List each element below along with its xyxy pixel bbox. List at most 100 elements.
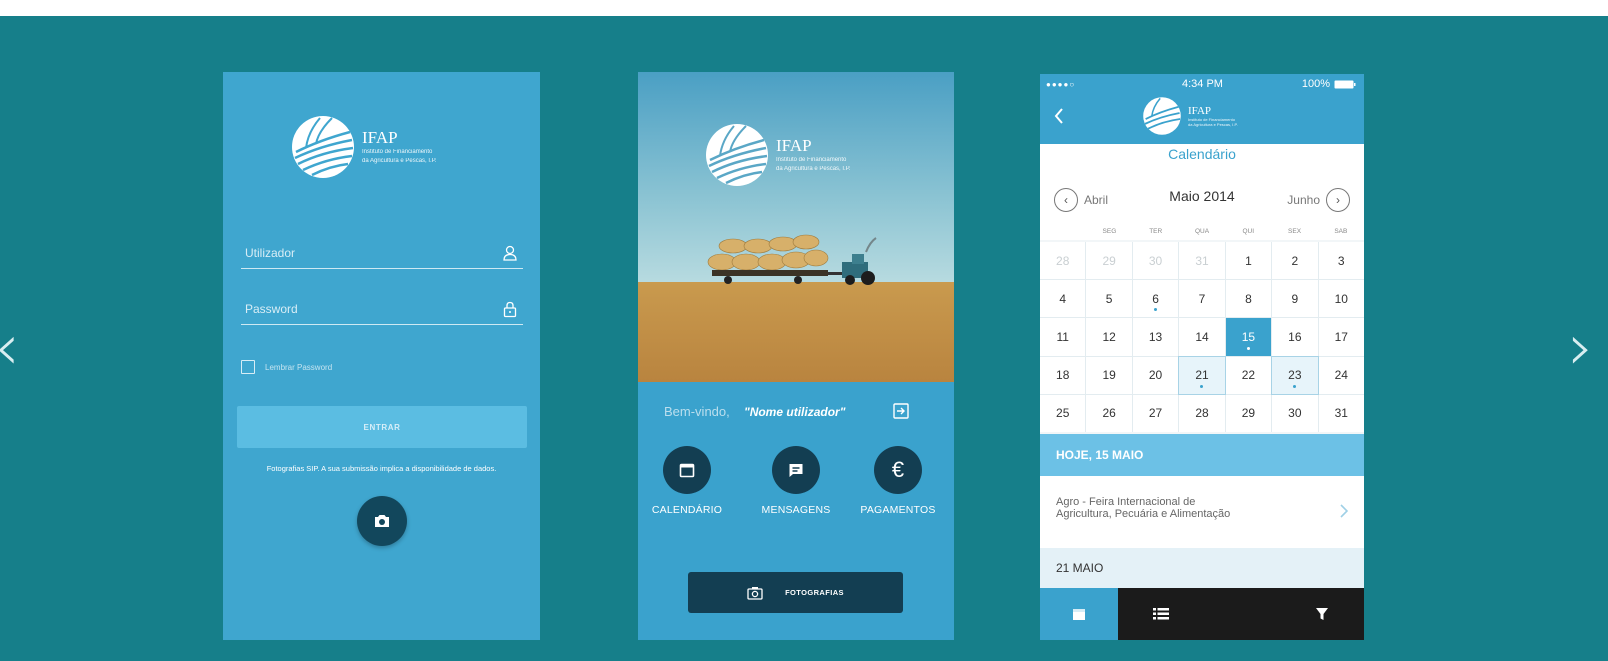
menu-calendar-label: CALENDÁRIO bbox=[651, 504, 723, 516]
event-title-line1: Agro - Feira Internacional de bbox=[1056, 496, 1196, 508]
calendar-day[interactable]: 21 bbox=[1178, 355, 1226, 395]
event-dot bbox=[1154, 308, 1158, 312]
menu-payments-button[interactable]: € PAGAMENTOS bbox=[853, 446, 943, 516]
remember-checkbox[interactable] bbox=[241, 360, 255, 374]
tab-list[interactable] bbox=[1118, 588, 1204, 640]
calendar-day[interactable]: 17 bbox=[1318, 318, 1364, 356]
chevron-right-icon: › bbox=[1326, 188, 1350, 212]
weekday-label: TER bbox=[1149, 228, 1163, 235]
remember-password[interactable]: Lembrar Password bbox=[241, 360, 332, 374]
bottom-tab-bar bbox=[1040, 588, 1364, 640]
ifap-logo-icon bbox=[292, 116, 354, 178]
menu-calendar-button[interactable]: CALENDÁRIO bbox=[642, 446, 732, 516]
carousel-prev-arrow[interactable]: ‹ bbox=[0, 316, 20, 380]
brand-subtitle-1: Instituto de Financiamento bbox=[362, 149, 433, 155]
calendar-day[interactable]: 5 bbox=[1086, 280, 1132, 318]
calendar-day[interactable]: 6 bbox=[1132, 280, 1179, 318]
logout-icon[interactable] bbox=[892, 402, 910, 420]
brand-subtitle-2: da Agricultura e Pescas, I.P. bbox=[776, 166, 851, 172]
calendar-day[interactable]: 24 bbox=[1318, 356, 1364, 394]
weekday-label: QUA bbox=[1194, 228, 1210, 235]
calendar-day[interactable]: 27 bbox=[1132, 394, 1179, 432]
menu-messages-button[interactable]: MENSAGENS bbox=[751, 446, 841, 516]
calendar-day[interactable]: 31 bbox=[1318, 394, 1364, 432]
calendar-day[interactable]: 23 bbox=[1271, 355, 1319, 395]
event-dot bbox=[1200, 384, 1204, 388]
user-name: "Nome utilizador" bbox=[744, 405, 846, 419]
calendar-day[interactable]: 18 bbox=[1040, 356, 1086, 394]
calendar-screen: ●●●●○ 4:34 PM 100% IFAP Instituto de Fin… bbox=[1040, 74, 1364, 640]
login-screen: IFAP Instituto de Financiamento da Agric… bbox=[223, 72, 540, 640]
weekday-header: SEG TER QUA QUI SEX SAB bbox=[1040, 228, 1364, 240]
filter-icon bbox=[1316, 608, 1328, 620]
event-list-item[interactable]: Agro - Feira Internacional de Agricultur… bbox=[1040, 476, 1364, 548]
photos-button[interactable]: FOTOGRAFIAS bbox=[688, 572, 903, 613]
ifap-logo-icon bbox=[706, 124, 768, 186]
hero-photo bbox=[638, 72, 954, 382]
calendar-title-bar: Calendário bbox=[1040, 144, 1364, 168]
calendar-day[interactable]: 8 bbox=[1225, 280, 1272, 318]
calendar-day[interactable]: 14 bbox=[1179, 318, 1225, 356]
calendar-day[interactable]: 10 bbox=[1318, 280, 1364, 318]
calendar-day[interactable]: 22 bbox=[1225, 356, 1272, 394]
menu-payments-label: PAGAMENTOS bbox=[860, 504, 936, 516]
calendar-day[interactable]: 3 bbox=[1318, 242, 1364, 280]
weekday-label bbox=[1040, 228, 1086, 240]
brand-name: IFAP bbox=[1188, 105, 1212, 117]
status-battery: 100% bbox=[1302, 78, 1356, 90]
next-month-button[interactable]: Junho › bbox=[1287, 188, 1350, 212]
calendar-day[interactable]: 13 bbox=[1132, 318, 1179, 356]
calendar-day[interactable]: 4 bbox=[1040, 280, 1086, 318]
status-time: 4:34 PM bbox=[1182, 78, 1223, 90]
password-field[interactable]: Password bbox=[241, 298, 523, 325]
calendar-day[interactable]: 28 bbox=[1040, 242, 1086, 280]
chevron-right-icon bbox=[1340, 504, 1348, 518]
calendar-day[interactable]: 25 bbox=[1040, 394, 1086, 432]
calendar-day[interactable]: 12 bbox=[1086, 318, 1132, 356]
next-month-label: Junho bbox=[1287, 193, 1320, 207]
battery-percent: 100% bbox=[1301, 78, 1330, 90]
calendar-day[interactable]: 9 bbox=[1272, 280, 1318, 318]
camera-icon bbox=[375, 515, 389, 527]
password-placeholder: Password bbox=[245, 302, 298, 316]
back-chevron-icon[interactable] bbox=[1054, 108, 1064, 124]
list-icon bbox=[1153, 608, 1169, 620]
brand-logo: IFAP Instituto de Financiamento da Agric… bbox=[704, 122, 851, 188]
calendar-day[interactable]: 26 bbox=[1086, 394, 1132, 432]
calendar-day[interactable]: 16 bbox=[1272, 318, 1318, 356]
month-navigation: ‹ Abril Maio 2014 Junho › bbox=[1040, 168, 1364, 228]
calendar-day[interactable]: 30 bbox=[1132, 242, 1179, 280]
brand-logo: IFAP Instituto de Financiamento da Agric… bbox=[1142, 96, 1238, 136]
calendar-day[interactable]: 29 bbox=[1225, 394, 1272, 432]
calendar-day[interactable]: 2 bbox=[1272, 242, 1318, 280]
status-bar: ●●●●○ 4:34 PM 100% IFAP Instituto de Fin… bbox=[1040, 74, 1364, 144]
calendar-day-today[interactable]: 15 bbox=[1225, 318, 1272, 356]
calendar-day[interactable]: 20 bbox=[1132, 356, 1179, 394]
camera-button[interactable] bbox=[357, 496, 407, 546]
calendar-day[interactable]: 28 bbox=[1179, 394, 1225, 432]
euro-icon: € bbox=[874, 446, 922, 494]
tab-calendar[interactable] bbox=[1040, 588, 1118, 640]
brand-name: IFAP bbox=[362, 128, 398, 147]
carousel-next-arrow[interactable]: › bbox=[1568, 316, 1594, 380]
message-icon bbox=[789, 464, 803, 477]
brand-subtitle-2: da Agricultura e Pescas, I.P. bbox=[362, 158, 437, 164]
calendar-day[interactable]: 11 bbox=[1040, 318, 1086, 356]
username-field[interactable]: Utilizador bbox=[241, 242, 523, 269]
weekday-label: QUI bbox=[1242, 228, 1255, 235]
enter-button[interactable]: ENTRAR bbox=[237, 406, 527, 448]
calendar-day[interactable]: 29 bbox=[1086, 242, 1132, 280]
tab-filter[interactable] bbox=[1280, 588, 1364, 640]
brand-name: IFAP bbox=[776, 136, 812, 155]
calendar-day[interactable]: 30 bbox=[1272, 394, 1318, 432]
weekday-label: SEG bbox=[1102, 228, 1117, 235]
calendar-day[interactable]: 7 bbox=[1179, 280, 1225, 318]
calendar-day[interactable]: 19 bbox=[1086, 356, 1132, 394]
calendar-day[interactable]: 31 bbox=[1179, 242, 1225, 280]
calendar-icon bbox=[679, 463, 695, 478]
brand-logo: IFAP Instituto de Financiamento da Agric… bbox=[290, 114, 437, 180]
calendar-day[interactable]: 1 bbox=[1225, 242, 1272, 280]
username-placeholder: Utilizador bbox=[245, 246, 296, 260]
photos-button-label: FOTOGRAFIAS bbox=[785, 588, 844, 597]
weekday-label: SAB bbox=[1334, 228, 1348, 235]
